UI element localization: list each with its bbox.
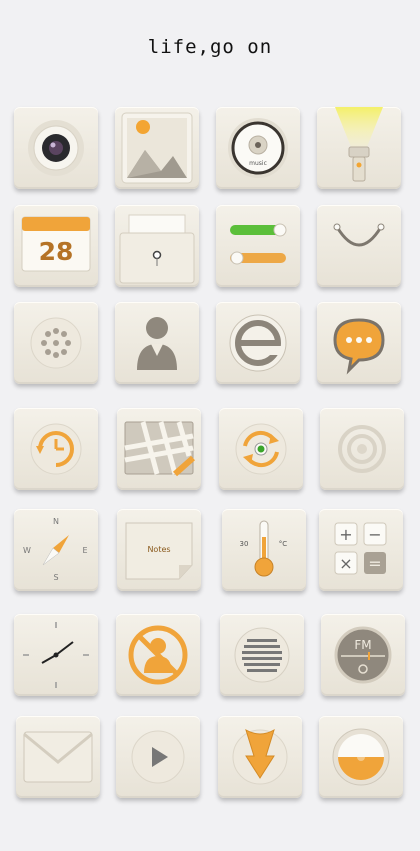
- app-grid: music 28 N S E W Notes 30 °C + − × = FM: [0, 0, 420, 851]
- calculator-icon: + − × =: [334, 522, 387, 575]
- play-icon: [131, 730, 185, 784]
- message-bubble-icon: [333, 318, 385, 375]
- camera-icon: [28, 120, 84, 176]
- flashlight-tile[interactable]: [317, 107, 401, 189]
- download-tile[interactable]: [218, 716, 302, 798]
- camera-tile[interactable]: [14, 107, 98, 189]
- music-label: music: [249, 160, 267, 167]
- analog-clock-icon: [23, 622, 89, 688]
- music-tile[interactable]: music: [216, 107, 300, 189]
- compass-tile[interactable]: N S E W: [14, 509, 98, 591]
- temperature-unit: °C: [279, 540, 288, 548]
- gallery-icon: [121, 112, 193, 184]
- browser-e-icon: [229, 314, 287, 372]
- contact-icon: [137, 317, 177, 370]
- contacts-tile[interactable]: [115, 302, 199, 384]
- calc-minus: −: [368, 525, 381, 544]
- mail-tile[interactable]: [16, 716, 100, 798]
- thermometer-icon: 30 °C: [240, 520, 288, 577]
- radar-tile[interactable]: [320, 408, 404, 490]
- speaker-icon: [234, 627, 290, 683]
- notes-label: Notes: [147, 545, 170, 554]
- radio-tile[interactable]: FM: [321, 614, 405, 696]
- notes-icon: Notes: [125, 522, 193, 580]
- gallery-tile[interactable]: [115, 107, 199, 189]
- compass-icon: N S E W: [23, 517, 87, 582]
- player-tile[interactable]: [116, 716, 200, 798]
- settings-tile[interactable]: [216, 205, 300, 287]
- radio-fm-label: FM: [354, 638, 371, 652]
- fm-radio-icon: FM: [334, 626, 392, 684]
- shopping-bag-icon: [333, 223, 385, 247]
- messages-tile[interactable]: [317, 302, 401, 384]
- weather-tile[interactable]: 30 °C: [222, 509, 306, 591]
- clock-history-tile[interactable]: [14, 408, 98, 490]
- sync-tile[interactable]: [219, 408, 303, 490]
- speaker-tile[interactable]: [220, 614, 304, 696]
- blocked-contact-icon: [128, 625, 188, 685]
- maps-tile[interactable]: [117, 408, 201, 490]
- download-icon: [232, 728, 288, 785]
- map-icon: [124, 421, 195, 477]
- compass-w: W: [23, 546, 31, 555]
- ripple-icon: [338, 425, 386, 473]
- sync-icon: [235, 423, 287, 475]
- dial-pad-icon: [30, 317, 82, 369]
- files-tile[interactable]: [115, 205, 199, 287]
- clock-tile[interactable]: [14, 614, 98, 696]
- pie-gauge-icon: [332, 728, 390, 786]
- shop-tile[interactable]: [317, 205, 401, 287]
- calendar-icon: 28: [21, 216, 91, 272]
- calculator-tile[interactable]: + − × =: [319, 509, 403, 591]
- browser-tile[interactable]: [216, 302, 300, 384]
- toggle-settings-icon: [230, 223, 287, 265]
- phone-tile[interactable]: [14, 302, 98, 384]
- storage-tile[interactable]: [319, 716, 403, 798]
- compass-e: E: [82, 546, 87, 555]
- folder-icon: [119, 214, 195, 284]
- mail-icon: [23, 731, 93, 783]
- compass-n: N: [53, 517, 59, 526]
- calendar-tile[interactable]: 28: [14, 205, 98, 287]
- music-disc-icon: music: [228, 118, 288, 178]
- calc-equals: =: [368, 554, 381, 573]
- calendar-day: 28: [39, 237, 74, 266]
- calc-plus: +: [339, 525, 352, 544]
- clock-refresh-icon: [30, 423, 82, 475]
- calc-times: ×: [339, 554, 352, 573]
- block-tile[interactable]: [116, 614, 200, 696]
- notes-tile[interactable]: Notes: [117, 509, 201, 591]
- flashlight-icon: [335, 107, 383, 182]
- temperature-value: 30: [240, 540, 249, 548]
- compass-s: S: [53, 573, 58, 582]
